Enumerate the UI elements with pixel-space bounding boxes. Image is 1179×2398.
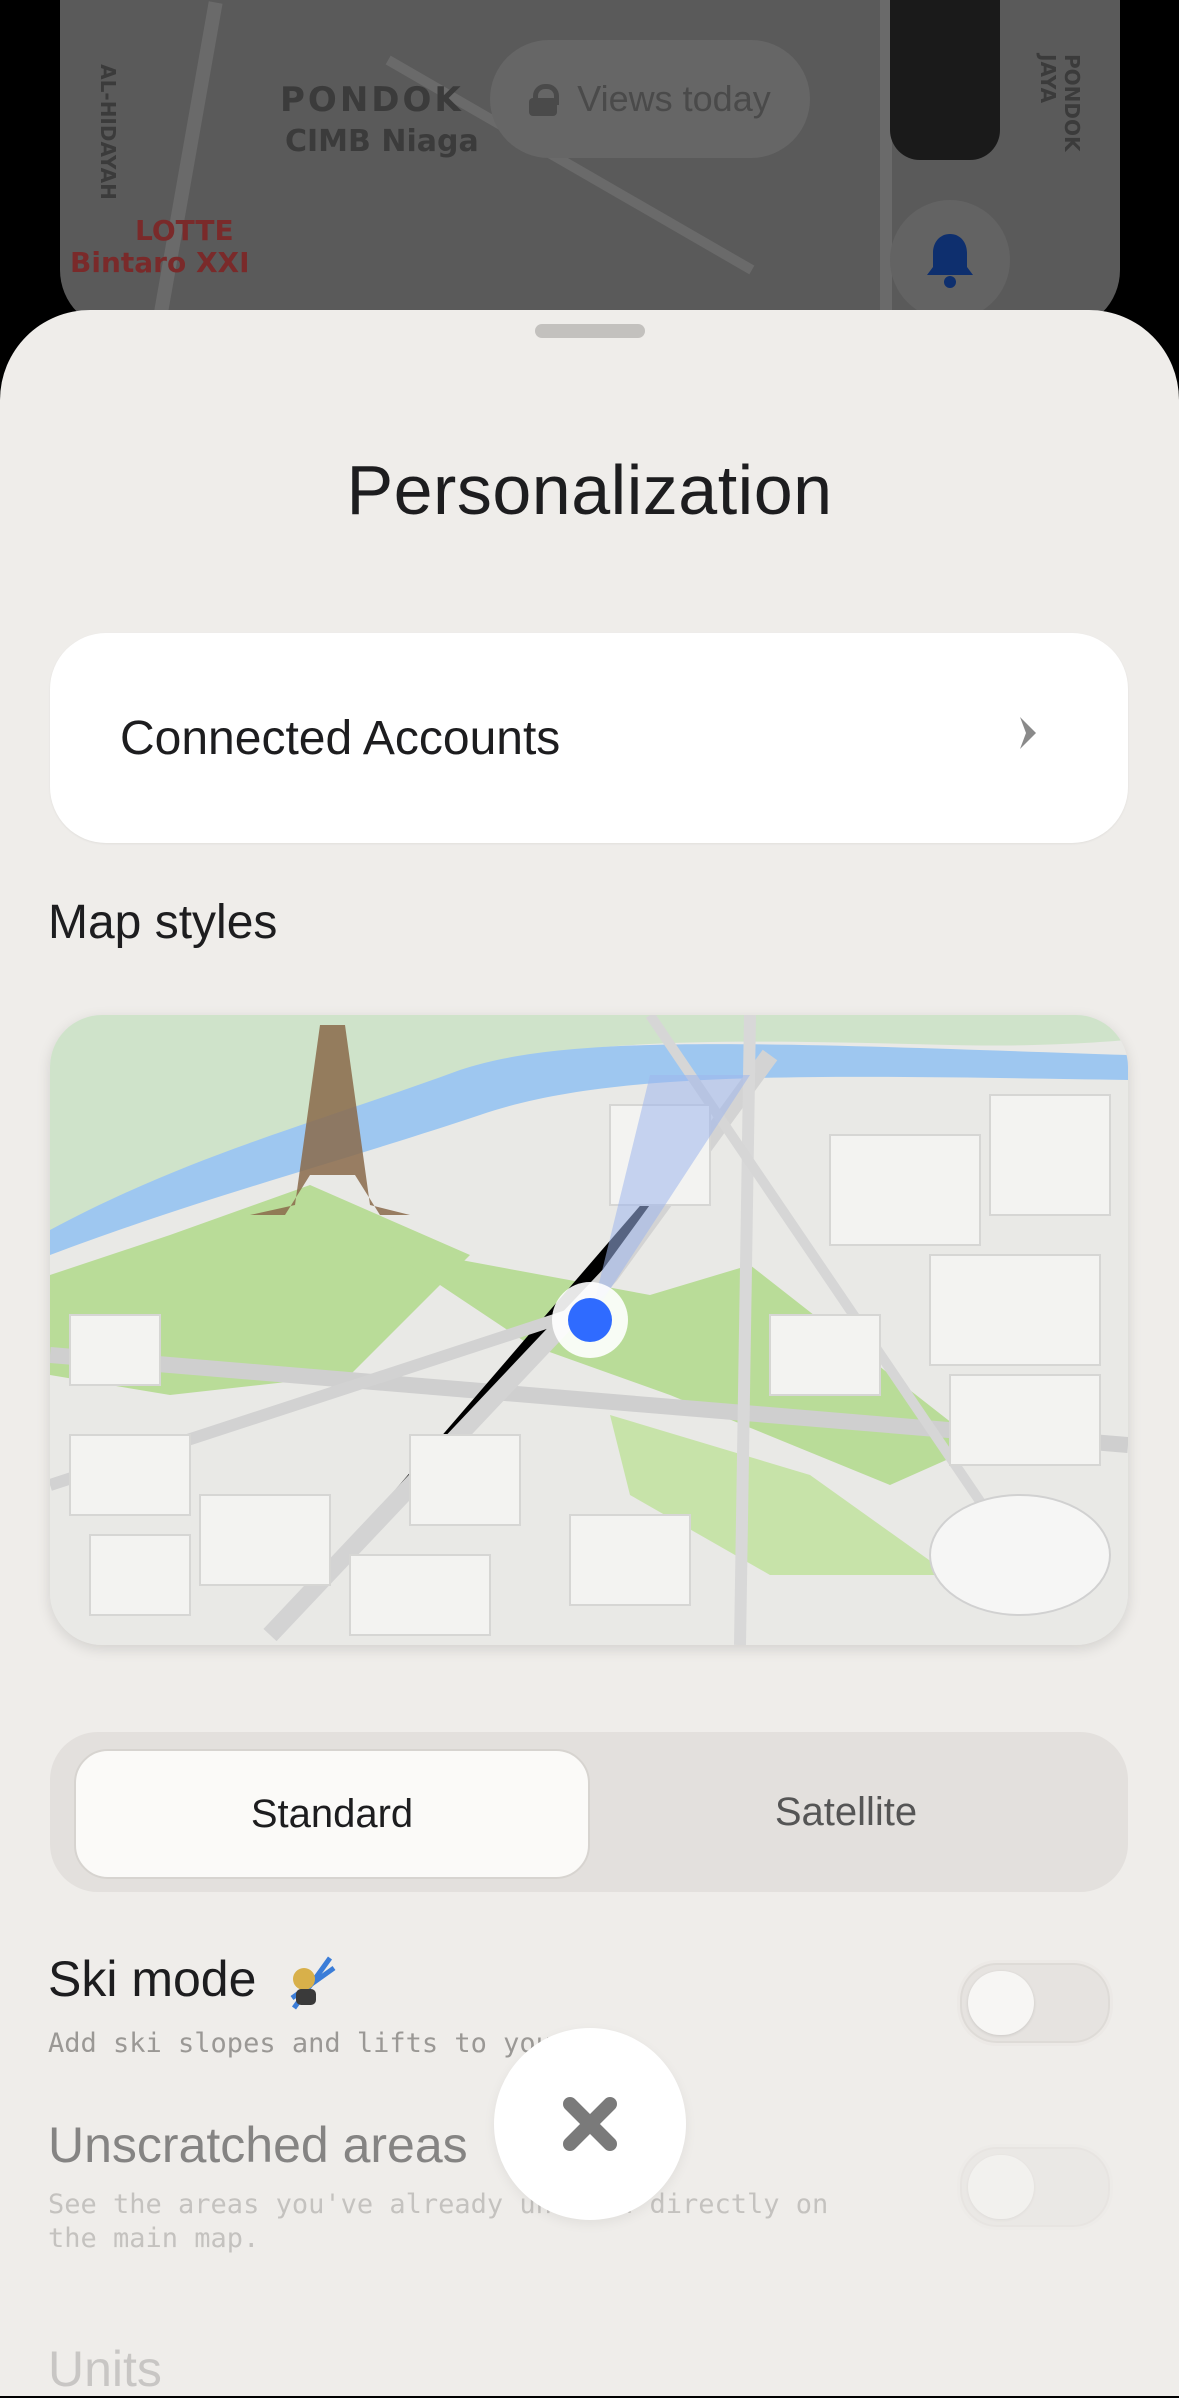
map-style-preview bbox=[50, 1015, 1128, 1645]
map-label: LOTTE bbox=[135, 214, 234, 247]
views-today-pill[interactable]: Views today bbox=[490, 40, 810, 158]
satellite-style-button[interactable]: Satellite bbox=[590, 1749, 1102, 1875]
background-map: PONDOK CIMB Niaga LOTTE Bintaro XXI AL-H… bbox=[60, 0, 1120, 330]
map-label: CIMB Niaga bbox=[285, 124, 479, 159]
close-button[interactable] bbox=[494, 2028, 686, 2220]
ski-icon bbox=[290, 1956, 336, 2010]
ski-mode-description: Add ski slopes and lifts to your bbox=[48, 2027, 569, 2059]
connected-accounts-label: Connected Accounts bbox=[120, 712, 561, 765]
bell-icon[interactable] bbox=[890, 200, 1010, 320]
close-icon bbox=[563, 2097, 617, 2151]
map-styles-title: Map styles bbox=[48, 896, 278, 949]
standard-style-button[interactable]: Standard bbox=[74, 1749, 590, 1879]
unscratched-areas-setting: Unscratched areas See the areas you've a… bbox=[48, 2116, 868, 2256]
map-style-segmented-control: Standard Satellite bbox=[50, 1732, 1128, 1892]
map-label: AL-HIDAYAH bbox=[95, 64, 120, 200]
page-title: Personalization bbox=[346, 451, 833, 529]
avatar[interactable] bbox=[890, 0, 1000, 160]
toggle-knob bbox=[968, 1971, 1034, 2035]
views-today-label: Views today bbox=[577, 78, 771, 119]
ski-mode-setting: Ski mode Add ski slopes and lifts to you… bbox=[48, 1950, 568, 2061]
unscratched-areas-toggle[interactable] bbox=[957, 2144, 1113, 2230]
personalization-sheet: Personalization Connected Accounts Map s… bbox=[0, 310, 1179, 2397]
lock-icon bbox=[529, 84, 560, 116]
sheet-grabber[interactable] bbox=[535, 324, 645, 338]
connected-accounts-row[interactable]: Connected Accounts bbox=[50, 633, 1128, 843]
chevron-right-icon bbox=[1020, 717, 1036, 749]
ski-mode-toggle[interactable] bbox=[957, 1960, 1113, 2046]
map-label: PONDOK JAYA bbox=[1036, 54, 1084, 152]
map-label: PONDOK bbox=[280, 80, 464, 120]
unscratched-areas-description: See the areas you've already unce ed dir… bbox=[48, 2189, 829, 2254]
units-section-title: Units bbox=[48, 2341, 162, 2397]
unscratched-areas-title: Unscratched areas bbox=[48, 2117, 468, 2173]
ski-mode-title: Ski mode bbox=[48, 1951, 257, 2007]
map-label: Bintaro XXI bbox=[70, 246, 250, 279]
toggle-knob bbox=[968, 2155, 1034, 2219]
